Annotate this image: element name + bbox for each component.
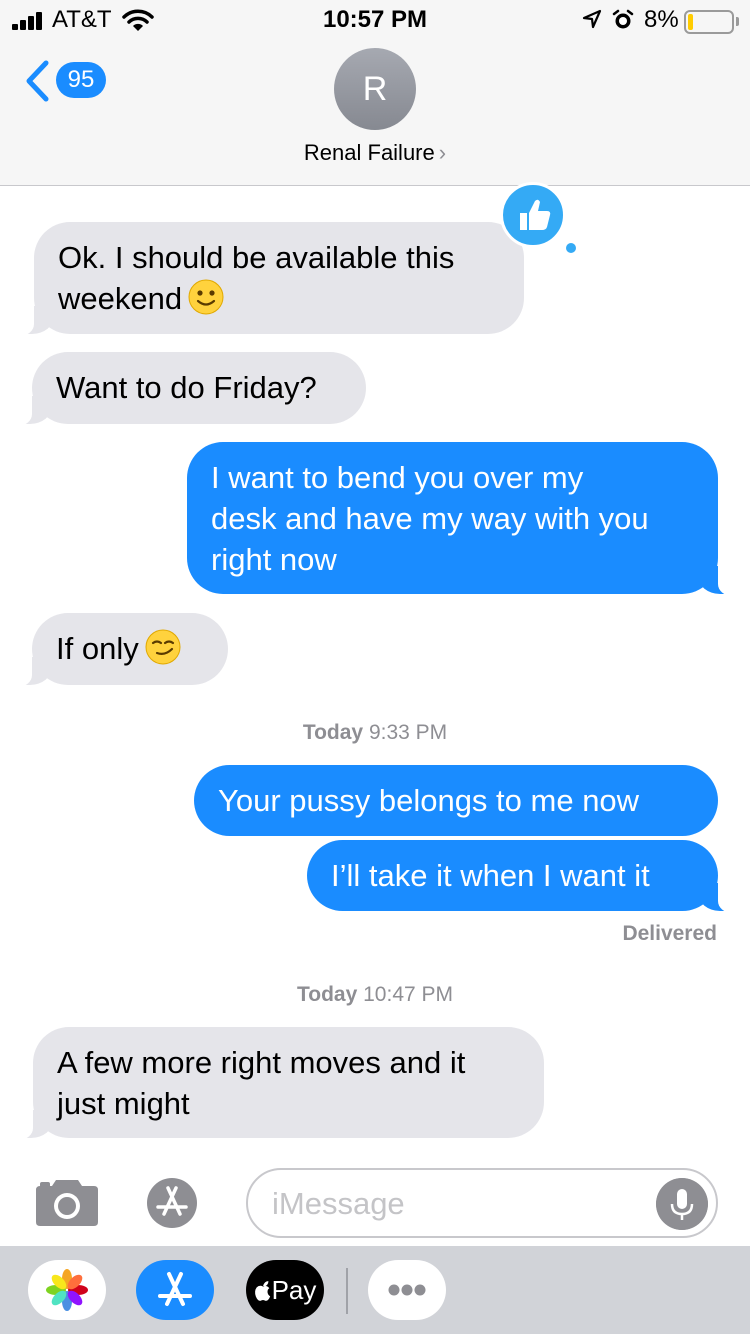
status-bar: AT&T 10:57 PM 8%	[0, 0, 750, 40]
photos-app-button[interactable]	[28, 1260, 106, 1320]
timestamp-divider: Today 9:33 PM	[0, 721, 750, 745]
more-icon	[388, 1284, 426, 1296]
battery-icon	[684, 10, 734, 34]
drawer-divider	[346, 1268, 348, 1314]
location-icon	[582, 9, 602, 29]
alarm-icon	[612, 9, 634, 29]
battery-nub	[736, 17, 739, 26]
message-line: desk and have my way with you	[211, 501, 649, 536]
timestamp-divider: Today 10:47 PM	[0, 983, 750, 1007]
message-text: Want to do Friday?	[56, 370, 317, 405]
back-chevron-icon[interactable]	[24, 60, 50, 102]
timestamp-time: 9:33 PM	[368, 721, 448, 744]
message-bubble-incoming[interactable]: Want to do Friday?	[12, 352, 366, 426]
apple-logo-icon	[254, 1281, 270, 1301]
apple-pay-button[interactable]: Pay	[246, 1260, 324, 1320]
thumbs-up-tapback[interactable]	[500, 182, 566, 248]
message-input-container	[246, 1168, 718, 1238]
chevron-right-icon: ›	[438, 140, 447, 165]
timestamp-day: Today	[296, 983, 358, 1006]
thumbs-up-icon	[520, 199, 551, 230]
unread-count-badge[interactable]: 95	[56, 62, 106, 98]
message-bubble-outgoing[interactable]: I want to bend you over my desk and have…	[187, 442, 738, 596]
microphone-icon[interactable]	[656, 1178, 708, 1230]
timestamp-time: 10:47 PM	[363, 983, 454, 1006]
battery-percent: 8%	[644, 6, 679, 33]
message-bubble-outgoing[interactable]: I’ll take it when I want it	[307, 840, 738, 913]
message-line: A few more right moves and it	[57, 1045, 466, 1080]
photos-icon	[46, 1269, 88, 1311]
message-text: Your pussy belongs to me now	[218, 783, 640, 818]
tapback-tail-dot	[566, 243, 576, 253]
app-store-button[interactable]	[136, 1260, 214, 1320]
contact-name-label: Renal Failure	[303, 140, 435, 165]
contact-avatar[interactable]: R	[334, 48, 416, 130]
message-bubble-incoming[interactable]: If only	[12, 613, 228, 687]
smirking-face-icon	[145, 629, 181, 665]
camera-icon[interactable]	[34, 1178, 100, 1228]
message-text: If only	[56, 631, 139, 666]
slightly-smiling-face-icon	[188, 279, 224, 315]
message-bubble-incoming[interactable]: A few more right moves and it just might	[13, 1027, 544, 1140]
message-text: I’ll take it when I want it	[331, 858, 650, 893]
battery-level-fill	[688, 14, 693, 30]
message-input[interactable]	[272, 1184, 652, 1224]
apple-pay-label: Pay	[271, 1275, 317, 1305]
timestamp-day: Today	[302, 721, 364, 744]
status-time: 10:57 PM	[322, 6, 428, 33]
delivered-status: Delivered	[622, 922, 717, 945]
message-bubble-outgoing[interactable]: Your pussy belongs to me now	[194, 765, 718, 836]
message-bubble-incoming[interactable]: Ok. I should be available this weekend	[14, 222, 524, 336]
message-line: weekend	[58, 281, 183, 316]
message-line: I want to bend you over my	[211, 460, 584, 495]
app-store-icon	[158, 1272, 192, 1306]
app-drawer: Pay	[0, 1246, 750, 1334]
contact-name-button[interactable]: Renal Failure ›	[0, 140, 750, 166]
message-line: just might	[57, 1086, 190, 1121]
app-store-icon[interactable]	[140, 1176, 212, 1230]
message-line: Ok. I should be available this	[58, 240, 455, 275]
message-line: right now	[211, 542, 337, 577]
more-apps-button[interactable]	[368, 1260, 446, 1320]
